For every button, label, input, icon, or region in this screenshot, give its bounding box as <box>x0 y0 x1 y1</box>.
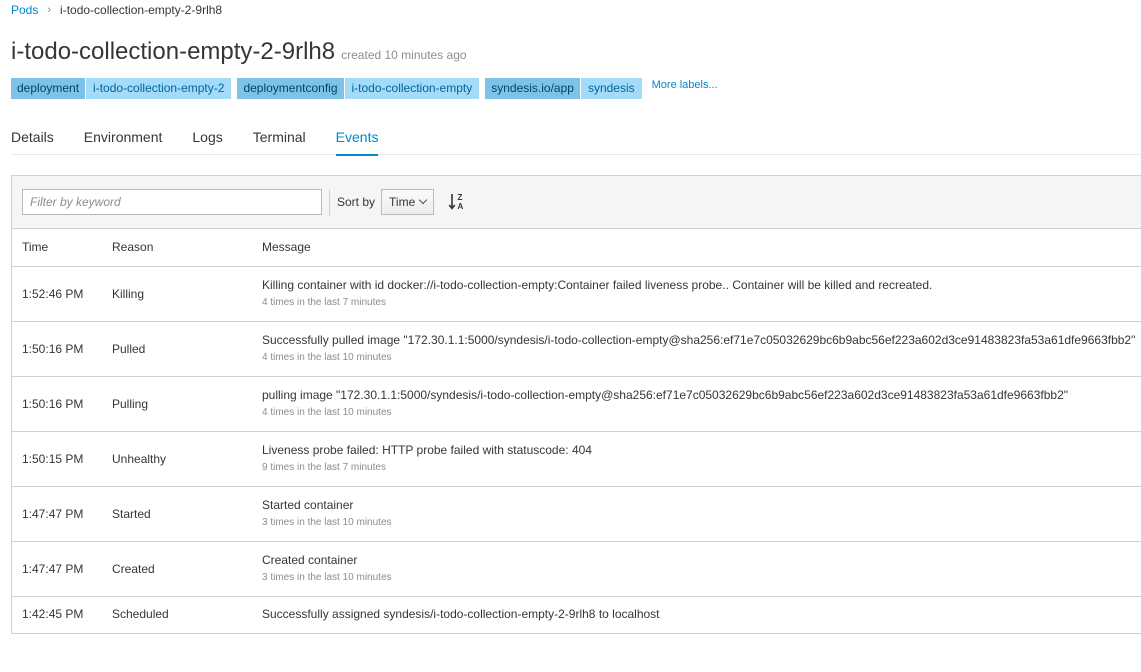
event-time: 1:50:16 PM <box>22 341 84 356</box>
page-title: i-todo-collection-empty-2-9rlh8 <box>11 38 336 65</box>
chevron-down-icon <box>419 195 428 205</box>
tab-events[interactable]: Events <box>335 120 378 156</box>
tab-details[interactable]: Details <box>11 120 54 155</box>
toolbar-divider <box>329 188 330 216</box>
label-key[interactable]: deployment <box>11 78 86 99</box>
table-row: 1:47:47 PM Started Started container 3 t… <box>12 486 1141 541</box>
event-time: 1:47:47 PM <box>22 561 84 576</box>
label-value[interactable]: i-todo-collection-empty <box>343 78 480 99</box>
events-table: Time Reason Message 1:52:46 PM Killing K… <box>12 229 1141 632</box>
event-reason: Created <box>112 561 155 576</box>
event-message: Successfully assigned syndesis/i-todo-co… <box>262 607 660 622</box>
created-timestamp: created 10 minutes ago <box>341 48 467 62</box>
svg-text:Z: Z <box>458 193 463 202</box>
label-key[interactable]: syndesis.io/app <box>485 78 580 99</box>
sort-by-label: Sort by <box>337 195 376 209</box>
events-toolbar: Sort by Time Z A <box>12 176 1141 229</box>
event-message: Created container <box>262 553 358 567</box>
sort-direction-button[interactable]: Z A <box>448 191 466 213</box>
labels-row: deployment i-todo-collection-empty-2 dep… <box>11 78 718 99</box>
filter-keyword-input[interactable] <box>22 189 322 215</box>
tab-environment[interactable]: Environment <box>84 120 163 155</box>
events-panel: Sort by Time Z A Time Reason Message 1:5… <box>11 175 1141 634</box>
column-header-message[interactable]: Message <box>262 229 1141 267</box>
label-value[interactable]: syndesis <box>579 78 642 99</box>
title-row: i-todo-collection-empty-2-9rlh8 created … <box>11 38 467 66</box>
column-header-reason[interactable]: Reason <box>112 229 262 267</box>
column-header-time[interactable]: Time <box>12 229 112 267</box>
event-time: 1:42:45 PM <box>22 607 84 622</box>
tab-logs[interactable]: Logs <box>192 120 222 155</box>
sort-field-value: Time <box>389 195 416 209</box>
event-reason: Started <box>112 506 151 521</box>
table-row: 1:50:16 PM Pulling pulling image "172.30… <box>12 376 1141 431</box>
label-syndesis-app[interactable]: syndesis.io/app syndesis <box>485 78 642 99</box>
event-message: Liveness probe failed: HTTP probe failed… <box>262 443 592 457</box>
tab-bar: Details Environment Logs Terminal Events <box>11 120 1141 156</box>
event-count: 4 times in the last 10 minutes <box>262 407 392 418</box>
event-time: 1:50:15 PM <box>22 451 84 466</box>
table-row: 1:42:45 PM Scheduled Successfully assign… <box>12 596 1141 632</box>
event-time: 1:47:47 PM <box>22 506 84 521</box>
event-reason: Killing <box>112 286 145 301</box>
breadcrumb: Pods › i-todo-collection-empty-2-9rlh8 <box>11 2 222 18</box>
event-message: Killing container with id docker://i-tod… <box>262 278 933 292</box>
label-deployment[interactable]: deployment i-todo-collection-empty-2 <box>11 78 232 99</box>
table-row: 1:50:15 PM Unhealthy Liveness probe fail… <box>12 431 1141 486</box>
sort-alpha-desc-icon: Z A <box>448 193 464 211</box>
more-labels-link[interactable]: More labels... <box>652 79 718 91</box>
event-count: 9 times in the last 7 minutes <box>262 462 386 473</box>
event-message: Started container <box>262 498 354 512</box>
breadcrumb-current: i-todo-collection-empty-2-9rlh8 <box>60 3 223 17</box>
label-deploymentconfig[interactable]: deploymentconfig i-todo-collection-empty <box>237 78 480 99</box>
event-count: 4 times in the last 7 minutes <box>262 297 386 308</box>
tab-terminal[interactable]: Terminal <box>253 120 306 155</box>
event-reason: Scheduled <box>112 607 169 622</box>
svg-text:A: A <box>458 202 464 211</box>
breadcrumb-separator-icon: › <box>47 4 52 16</box>
table-row: 1:47:47 PM Created Created container 3 t… <box>12 541 1141 596</box>
event-time: 1:52:46 PM <box>22 286 84 301</box>
table-row: 1:50:16 PM Pulled Successfully pulled im… <box>12 321 1141 376</box>
event-reason: Pulled <box>112 341 146 356</box>
event-message: Successfully pulled image "172.30.1.1:50… <box>262 333 1136 347</box>
event-reason: Pulling <box>112 396 149 411</box>
event-count: 4 times in the last 10 minutes <box>262 352 392 363</box>
event-count: 3 times in the last 10 minutes <box>262 517 392 528</box>
label-value[interactable]: i-todo-collection-empty-2 <box>85 78 232 99</box>
event-message: pulling image "172.30.1.1:5000/syndesis/… <box>262 388 1068 402</box>
table-row: 1:52:46 PM Killing Killing container wit… <box>12 266 1141 321</box>
table-header-row: Time Reason Message <box>12 229 1141 267</box>
sort-field-select[interactable]: Time <box>381 189 435 215</box>
event-count: 3 times in the last 10 minutes <box>262 572 392 583</box>
event-reason: Unhealthy <box>112 451 167 466</box>
event-time: 1:50:16 PM <box>22 396 84 411</box>
breadcrumb-pods-link[interactable]: Pods <box>11 3 38 17</box>
label-key[interactable]: deploymentconfig <box>237 78 344 99</box>
